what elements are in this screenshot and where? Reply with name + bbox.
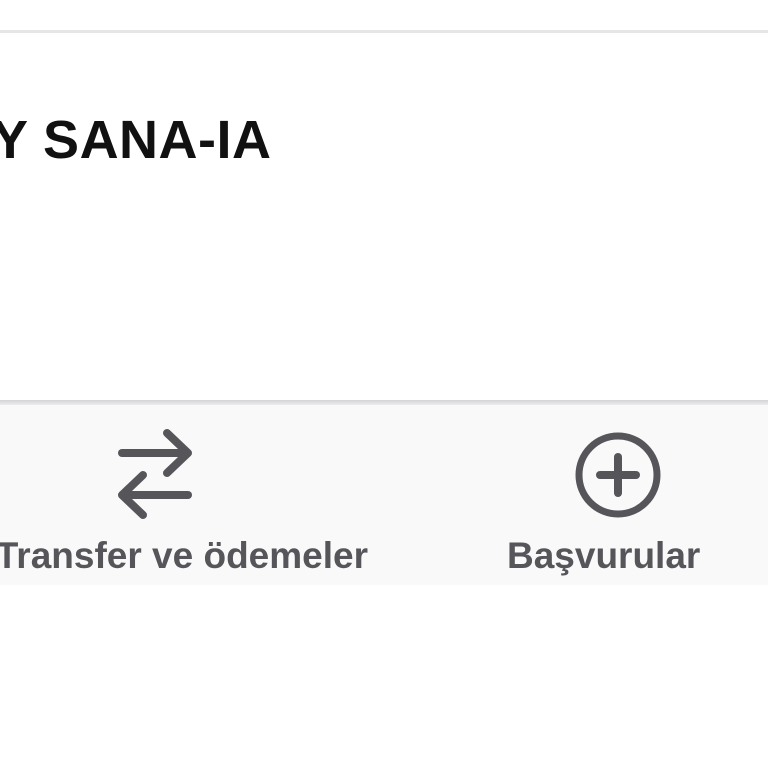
account-card[interactable]: Y SANA-IA bbox=[0, 33, 768, 400]
nav-label-transfers: Transfer ve ödemeler bbox=[0, 535, 368, 576]
app-screen: Y SANA-IA Transfer ve ödemeler Başvurula… bbox=[0, 0, 768, 768]
nav-label-applications: Başvurular bbox=[507, 535, 701, 576]
bottom-nav: Transfer ve ödemeler Başvurular bbox=[0, 405, 768, 585]
bottom-blank-area bbox=[0, 585, 768, 768]
account-name: Y SANA-IA bbox=[0, 110, 272, 170]
nav-item-transfers[interactable]: Transfer ve ödemeler bbox=[0, 405, 380, 585]
swap-arrows-icon bbox=[118, 429, 192, 519]
plus-circle-icon bbox=[575, 432, 661, 518]
nav-item-applications[interactable]: Başvurular bbox=[470, 405, 768, 585]
top-strip bbox=[0, 0, 768, 30]
